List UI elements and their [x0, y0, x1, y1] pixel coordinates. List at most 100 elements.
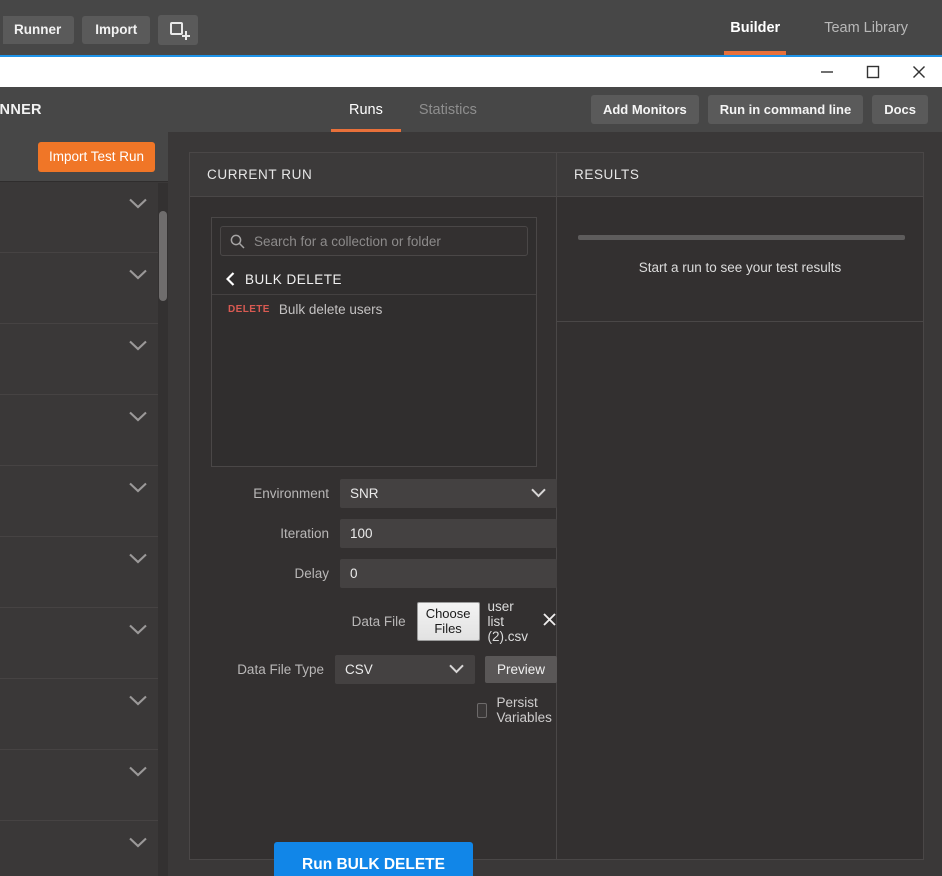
chevron-down-icon[interactable] — [129, 837, 147, 848]
runner-tabs: Runs Statistics — [331, 87, 495, 132]
data-file-type-label: Data File Type — [190, 662, 335, 677]
runner-window: Runner Import Builder Team Library — [0, 0, 942, 876]
persist-variables-label: Persist Variables — [497, 695, 557, 725]
clear-data-file-button[interactable] — [542, 612, 557, 632]
delay-input[interactable] — [340, 559, 557, 588]
tab-runs[interactable]: Runs — [331, 87, 401, 132]
data-file-name: user list (2).csv — [488, 599, 529, 644]
breadcrumb-label: BULK DELETE — [245, 272, 342, 287]
environment-select[interactable]: SNR — [340, 479, 557, 508]
window-title-strip — [0, 57, 942, 87]
close-icon — [542, 612, 557, 627]
page-title: RUNNER — [0, 87, 42, 132]
new-tab-plus-icon — [170, 22, 187, 39]
docs-button[interactable]: Docs — [872, 95, 928, 124]
list-item[interactable] — [0, 253, 168, 324]
run-config-form: Environment SNR It — [190, 479, 557, 736]
runner-panels: CURRENT RUN — [189, 152, 924, 860]
collection-picker: BULK DELETE DELETE Bulk delete users — [211, 217, 537, 467]
list-item[interactable] — [0, 750, 168, 821]
tab-team-library[interactable]: Team Library — [802, 0, 930, 55]
close-icon — [912, 65, 926, 79]
list-item[interactable] — [0, 821, 168, 876]
data-file-row: Data File Choose Files user list (2).csv — [190, 599, 557, 644]
chevron-down-icon[interactable] — [129, 695, 147, 706]
results-divider — [557, 321, 923, 322]
main-content: CURRENT RUN — [168, 132, 942, 876]
chevron-down-icon[interactable] — [129, 482, 147, 493]
preview-button[interactable]: Preview — [485, 656, 557, 684]
import-button[interactable]: Import — [82, 16, 150, 44]
add-monitors-button[interactable]: Add Monitors — [591, 95, 699, 124]
iteration-row: Iteration — [190, 519, 557, 548]
breadcrumb[interactable]: BULK DELETE — [212, 264, 536, 294]
search-input[interactable] — [254, 234, 518, 249]
chevron-down-icon — [531, 488, 546, 498]
minimize-button[interactable] — [804, 57, 850, 87]
search-wrap — [212, 218, 536, 264]
import-test-run-button[interactable]: Import Test Run — [38, 142, 155, 172]
list-item[interactable] — [0, 537, 168, 608]
sidebar-header: Import Test Run — [0, 132, 168, 182]
list-item[interactable]: DELETE Bulk delete users — [212, 295, 536, 323]
run-in-command-line-button[interactable]: Run in command line — [708, 95, 863, 124]
runner-button[interactable]: Runner — [3, 16, 74, 44]
close-button[interactable] — [896, 57, 942, 87]
runner-header: RUNNER Runs Statistics Add Monitors Run … — [0, 87, 942, 132]
chevron-down-icon[interactable] — [129, 766, 147, 777]
data-file-type-value: CSV — [345, 662, 373, 677]
choose-files-button[interactable]: Choose Files — [417, 602, 480, 641]
current-run-panel: CURRENT RUN — [190, 153, 557, 859]
chevron-down-icon[interactable] — [129, 269, 147, 280]
iteration-label: Iteration — [190, 526, 340, 541]
run-collection-button[interactable]: Run BULK DELETE — [274, 842, 473, 876]
app-mode-tabs: Builder Team Library — [708, 0, 930, 55]
chevron-down-icon[interactable] — [129, 198, 147, 209]
results-progress-bar — [578, 235, 905, 240]
environment-value: SNR — [350, 486, 379, 501]
tab-builder[interactable]: Builder — [708, 0, 802, 55]
persist-variables-controls: Persist Variables — [477, 695, 557, 725]
sidebar-scrollbar-thumb[interactable] — [159, 211, 167, 301]
results-body: Start a run to see your test results — [557, 197, 923, 859]
data-file-type-row: Data File Type CSV Preview — [190, 655, 557, 684]
runner-actions: Add Monitors Run in command line Docs — [591, 87, 928, 132]
delay-label: Delay — [190, 566, 340, 581]
run-button-wrap: Run BULK DELETE — [190, 842, 557, 876]
persist-variables-checkbox[interactable] — [477, 703, 487, 718]
list-item[interactable] — [0, 679, 168, 750]
request-name: Bulk delete users — [279, 302, 383, 317]
chevron-down-icon[interactable] — [129, 624, 147, 635]
results-empty-message: Start a run to see your test results — [557, 260, 923, 275]
minimize-icon — [820, 65, 834, 79]
maximize-button[interactable] — [850, 57, 896, 87]
list-item[interactable] — [0, 182, 168, 253]
past-runs-list — [0, 182, 168, 876]
delay-row: Delay — [190, 559, 557, 588]
persist-variables-row: Persist Variables — [190, 695, 557, 725]
app-topbar: Runner Import Builder Team Library — [0, 0, 942, 57]
data-file-type-select[interactable]: CSV — [335, 655, 475, 684]
chevron-down-icon — [449, 664, 464, 674]
runs-sidebar: Import Test Run — [0, 132, 168, 876]
chevron-down-icon[interactable] — [129, 340, 147, 351]
request-method: DELETE — [228, 304, 270, 315]
maximize-icon — [866, 65, 880, 79]
list-item[interactable] — [0, 466, 168, 537]
chevron-down-icon[interactable] — [129, 411, 147, 422]
search-box[interactable] — [220, 226, 528, 256]
chevron-left-icon — [226, 272, 235, 286]
sidebar-scrollbar[interactable] — [158, 183, 168, 876]
iteration-input[interactable] — [340, 519, 557, 548]
window-controls — [804, 57, 942, 87]
list-item[interactable] — [0, 324, 168, 395]
topbar-left-group: Runner Import — [3, 15, 198, 45]
data-file-type-controls: CSV Preview — [335, 655, 557, 684]
results-panel: RESULTS Start a run to see your test res… — [557, 153, 923, 859]
tab-statistics[interactable]: Statistics — [401, 87, 495, 132]
list-item[interactable] — [0, 608, 168, 679]
environment-label: Environment — [190, 486, 340, 501]
list-item[interactable] — [0, 395, 168, 466]
chevron-down-icon[interactable] — [129, 553, 147, 564]
new-tab-button[interactable] — [158, 15, 198, 45]
